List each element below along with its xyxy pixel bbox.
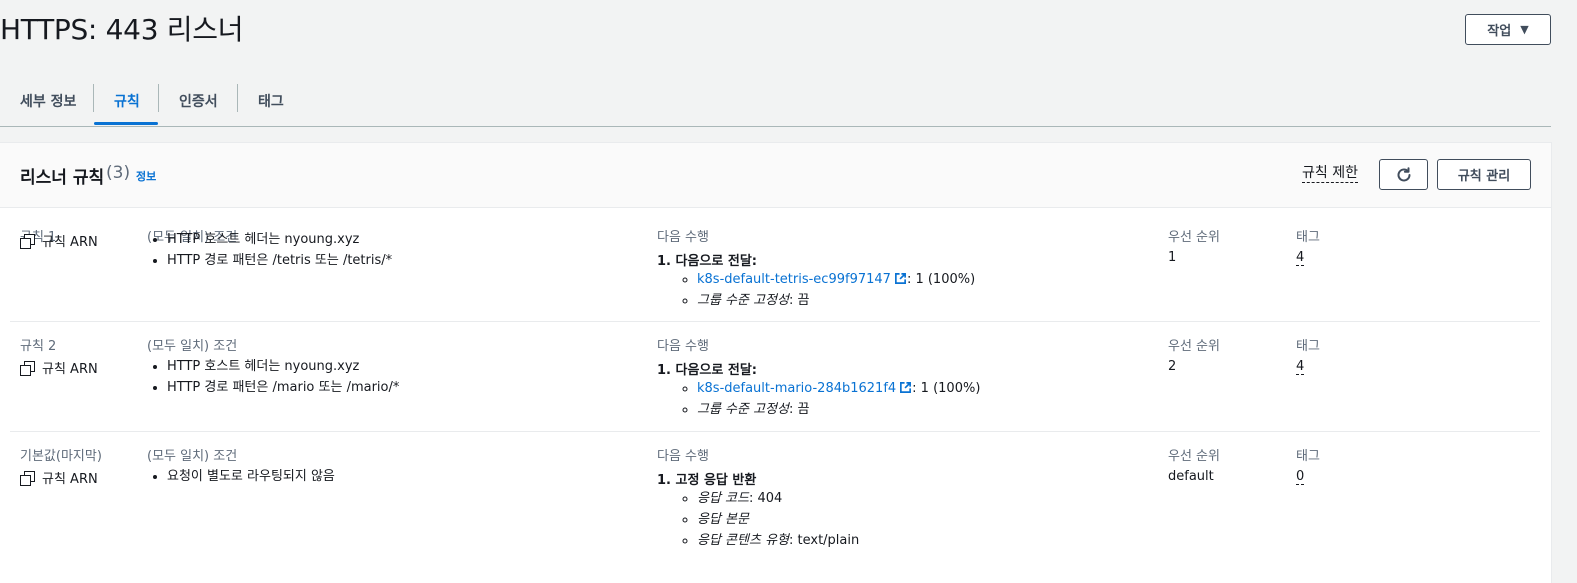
response-code-item: 응답 코드: 404 (697, 488, 859, 509)
action-heading: 1. 다음으로 전달: (657, 363, 757, 378)
rule-arn-label: 규칙 ARN (42, 472, 98, 487)
response-code-value: : 404 (748, 491, 783, 506)
action-label: 다음 수행 (657, 230, 709, 245)
copy-rule-arn-button[interactable]: 규칙 ARN (20, 231, 98, 250)
response-code-label: 응답 코드 (697, 491, 749, 506)
action-details: k8s-default-mario-284b1621f4 : 1 (100%) 그… (677, 378, 980, 420)
external-link-icon (900, 382, 912, 393)
response-body-label: 응답 본문 (697, 512, 749, 527)
conditions-label: (모두 일치) 조건 (147, 339, 238, 354)
listener-rules-panel: 리스너 규칙 (3) 정보 규칙 제한 규칙 관리 규칙 1 규칙 ARN (모… (0, 142, 1552, 583)
active-tab-indicator (94, 122, 158, 125)
priority-value: default (1168, 469, 1214, 484)
content-type-value: : text/plain (789, 533, 860, 548)
caret-down-icon: ▼ (1520, 23, 1529, 36)
stickiness-item: 그룹 수준 고정성: 끔 (697, 290, 975, 311)
stickiness-item: 그룹 수준 고정성: 끔 (697, 399, 980, 420)
content-type-item: 응답 콘텐츠 유형: text/plain (697, 530, 859, 551)
tab-tags[interactable]: 태그 (258, 76, 284, 126)
target-group-link[interactable]: k8s-default-tetris-ec99f97147 (697, 272, 891, 287)
target-weight: : 1 (100%) (912, 381, 981, 396)
tab-divider (93, 84, 94, 112)
target-weight: : 1 (100%) (906, 272, 976, 287)
tab-bar: 세부 정보 규칙 인증서 태그 (0, 76, 1551, 127)
rule-arn-label: 규칙 ARN (42, 235, 98, 250)
tab-rules[interactable]: 규칙 (114, 76, 140, 126)
condition-item: HTTP 경로 패턴은 /mario 또는 /mario/* (167, 377, 399, 398)
page-title: HTTPS: 443 리스너 (0, 13, 244, 46)
stickiness-value: : 끔 (789, 293, 810, 308)
condition-item: HTTP 경로 패턴은 /tetris 또는 /tetris/* (167, 250, 392, 271)
action-heading: 1. 고정 응답 반환 (657, 473, 757, 488)
tab-certificates[interactable]: 인증서 (179, 76, 218, 126)
target-group-item: k8s-default-tetris-ec99f97147 : 1 (100%) (697, 269, 975, 290)
conditions-label: (모두 일치) 조건 (147, 449, 238, 464)
info-link[interactable]: 정보 (136, 168, 156, 184)
external-link-icon (894, 273, 906, 284)
action-details: 응답 코드: 404 응답 본문 응답 콘텐츠 유형: text/plain (677, 488, 859, 551)
stickiness-label: 그룹 수준 고정성 (697, 293, 789, 308)
tags-label: 태그 (1296, 449, 1320, 464)
action-heading: 1. 다음으로 전달: (657, 254, 757, 269)
rule-name: 규칙 2 (20, 339, 57, 354)
tags-label: 태그 (1296, 339, 1320, 354)
action-label: 다음 수행 (657, 339, 709, 354)
conditions-list: HTTP 호스트 헤더는 nyoung.xyz HTTP 경로 패턴은 /tet… (147, 229, 392, 271)
stickiness-label: 그룹 수준 고정성 (697, 402, 789, 417)
panel-header: 리스너 규칙 (3) 정보 규칙 제한 규칙 관리 (0, 143, 1551, 208)
refresh-button[interactable] (1379, 159, 1428, 190)
condition-item: HTTP 호스트 헤더는 nyoung.xyz (167, 356, 399, 377)
tag-count-link[interactable]: 4 (1296, 250, 1305, 266)
rule-count: (3) (106, 163, 131, 183)
copy-rule-arn-button[interactable]: 규칙 ARN (20, 358, 98, 377)
content-type-label: 응답 콘텐츠 유형 (697, 533, 789, 548)
tab-details[interactable]: 세부 정보 (20, 76, 76, 126)
priority-value: 2 (1168, 359, 1177, 374)
conditions-list: 요청이 별도로 라우팅되지 않음 (147, 466, 335, 487)
tab-divider (237, 84, 238, 112)
tag-count-link[interactable]: 4 (1296, 359, 1305, 375)
copy-icon (20, 360, 35, 376)
priority-label: 우선 순위 (1168, 449, 1220, 464)
tags-label: 태그 (1296, 230, 1320, 245)
panel-title: 리스너 규칙 (20, 168, 105, 188)
refresh-icon (1397, 166, 1410, 181)
rule-row: 기본값(마지막) 규칙 ARN (모두 일치) 조건 요청이 별도로 라우팅되지… (10, 432, 1540, 572)
action-label: 다음 수행 (657, 449, 709, 464)
rule-arn-label: 규칙 ARN (42, 362, 98, 377)
response-body-item: 응답 본문 (697, 509, 859, 530)
rule-row: 규칙 1 규칙 ARN (모두 일치) 조건 HTTP 호스트 헤더는 nyou… (10, 207, 1540, 322)
conditions-list: HTTP 호스트 헤더는 nyoung.xyz HTTP 경로 패턴은 /mar… (147, 356, 399, 398)
actions-dropdown-button[interactable]: 작업 ▼ (1465, 14, 1551, 45)
priority-label: 우선 순위 (1168, 339, 1220, 354)
condition-item: 요청이 별도로 라우팅되지 않음 (167, 466, 335, 487)
copy-rule-arn-button[interactable]: 규칙 ARN (20, 468, 98, 487)
stickiness-value: : 끔 (789, 402, 810, 417)
manage-rules-button[interactable]: 규칙 관리 (1437, 159, 1531, 190)
priority-label: 우선 순위 (1168, 230, 1220, 245)
action-details: k8s-default-tetris-ec99f97147: 1 (100%) … (677, 269, 975, 311)
tag-count-link[interactable]: 0 (1296, 469, 1305, 485)
priority-value: 1 (1168, 250, 1177, 265)
copy-icon (20, 470, 35, 486)
rule-limits-link[interactable]: 규칙 제한 (1302, 165, 1358, 183)
target-group-link[interactable]: k8s-default-mario-284b1621f4 (697, 381, 896, 396)
actions-button-label: 작업 (1487, 24, 1512, 39)
tab-divider (158, 84, 159, 112)
rule-name: 기본값(마지막) (20, 449, 102, 464)
target-group-item: k8s-default-mario-284b1621f4 : 1 (100%) (697, 378, 980, 399)
copy-icon (20, 233, 35, 249)
rule-row: 규칙 2 규칙 ARN (모두 일치) 조건 HTTP 호스트 헤더는 nyou… (10, 322, 1540, 432)
condition-item: HTTP 호스트 헤더는 nyoung.xyz (167, 229, 392, 250)
